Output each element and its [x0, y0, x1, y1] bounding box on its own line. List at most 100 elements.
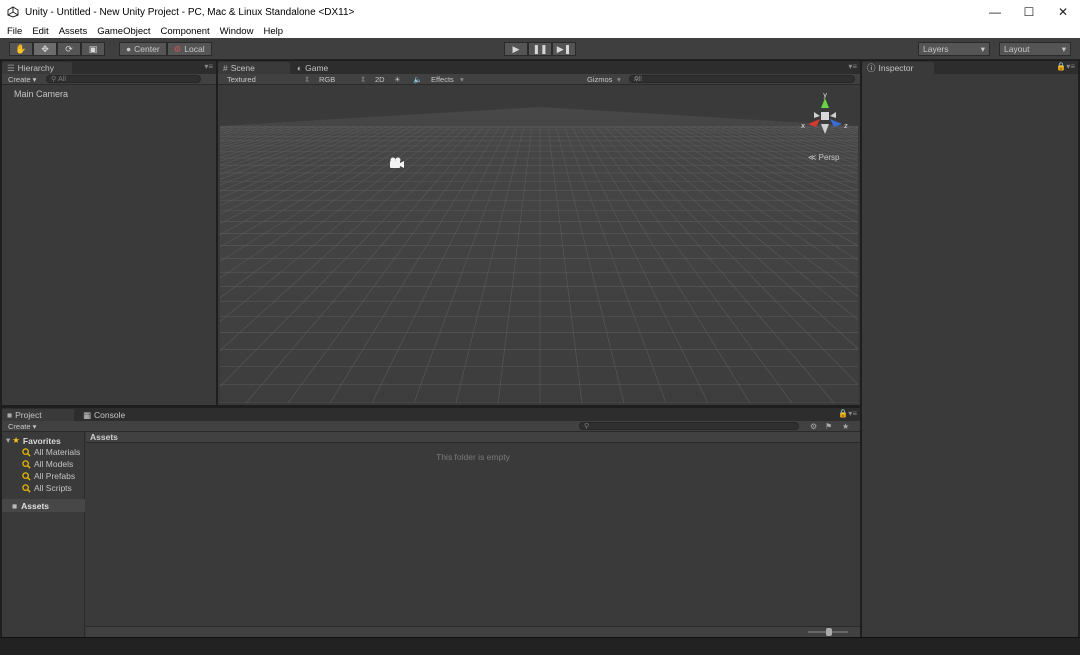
- pause-button[interactable]: ❚❚: [528, 42, 552, 56]
- filter-by-label-icon[interactable]: ⚑: [825, 422, 832, 431]
- close-icon[interactable]: ✕: [1046, 0, 1080, 24]
- menu-help[interactable]: Help: [258, 26, 288, 37]
- inspector-tabbar: ⓘ Inspector 🔒▾≡: [862, 61, 1078, 74]
- favorite-all-scripts[interactable]: All Scripts: [22, 483, 72, 493]
- gizmos-chevron-icon: ▾: [617, 74, 621, 84]
- favorite-star-icon[interactable]: ★: [842, 422, 849, 431]
- menu-edit[interactable]: Edit: [27, 26, 53, 37]
- play-button[interactable]: ▶: [504, 42, 528, 56]
- gizmos-dropdown[interactable]: Gizmos: [587, 75, 612, 84]
- project-content: Assets This folder is empty: [86, 432, 860, 637]
- scale-tool-icon[interactable]: ▣: [81, 42, 105, 56]
- scene-viewport[interactable]: y x z ≪ Persp: [220, 86, 858, 403]
- project-panel: ■ Project ▦ Console 🔒▾≡ Create ▾ ⚲ ⚙ ⚑ ★…: [2, 408, 860, 637]
- favorite-all-materials[interactable]: All Materials: [22, 447, 80, 457]
- search-icon: [22, 483, 31, 493]
- hierarchy-item-main-camera[interactable]: Main Camera: [14, 89, 68, 99]
- hierarchy-subbar: Create ▾ ⚲ All: [2, 74, 216, 85]
- tab-hierarchy[interactable]: ☰ Hierarchy: [2, 62, 72, 74]
- star-icon: ★: [12, 435, 20, 445]
- effects-dropdown[interactable]: Effects: [431, 75, 454, 84]
- menu-assets[interactable]: Assets: [54, 26, 93, 37]
- tab-inspector[interactable]: ⓘ Inspector: [862, 62, 934, 74]
- move-tool-icon[interactable]: ✥: [33, 42, 57, 56]
- inspector-tab-label: Inspector: [878, 63, 914, 73]
- favorite-all-prefabs[interactable]: All Prefabs: [22, 471, 75, 481]
- tab-project[interactable]: ■ Project: [2, 409, 74, 421]
- mode-2d-toggle[interactable]: 2D: [375, 75, 385, 84]
- favorite-all-models[interactable]: All Models: [22, 459, 73, 469]
- search-icon: ⚲: [584, 423, 590, 430]
- hierarchy-tabbar: ☰ Hierarchy ▾≡: [2, 61, 216, 74]
- axis-x-label: x: [801, 122, 805, 130]
- audio-speaker-icon[interactable]: 🔈: [413, 75, 422, 84]
- tab-scene[interactable]: # Scene: [218, 62, 290, 74]
- hierarchy-tab-icon: ☰: [7, 62, 15, 73]
- layers-dropdown[interactable]: Layers ▾: [918, 42, 990, 56]
- pivot-center-button[interactable]: ● Center: [119, 42, 167, 56]
- game-pacman-icon: ◐: [297, 63, 303, 73]
- scene-grid: [220, 86, 858, 403]
- scene-grid-icon: #: [223, 63, 228, 73]
- assets-folder-item[interactable]: ■ Assets: [2, 499, 85, 512]
- effects-chevron-icon: ▾: [460, 74, 464, 84]
- tab-console[interactable]: ▦ Console: [78, 409, 148, 421]
- panel-menu-icon[interactable]: ▾≡: [204, 62, 213, 71]
- project-search-input[interactable]: ⚲: [579, 422, 799, 430]
- menu-bar: File Edit Assets GameObject Component Wi…: [0, 24, 1080, 38]
- project-tabbar: ■ Project ▦ Console 🔒▾≡: [2, 408, 860, 421]
- maximize-icon[interactable]: ☐: [1012, 0, 1046, 24]
- rotate-tool-icon[interactable]: ⟳: [57, 42, 81, 56]
- favorites-header[interactable]: ▾ ★ Favorites: [6, 435, 61, 446]
- game-tab-label: Game: [305, 63, 329, 73]
- project-tab-label: Project: [15, 410, 42, 420]
- scene-search-input[interactable]: ⚲ All: [629, 75, 855, 83]
- folder-icon: ■: [7, 410, 13, 420]
- menu-file[interactable]: File: [2, 26, 27, 37]
- layout-dropdown[interactable]: Layout ▾: [999, 42, 1071, 56]
- lock-menu-icon[interactable]: 🔒▾≡: [1056, 62, 1075, 71]
- console-tab-label: Console: [94, 410, 126, 420]
- search-icon: [22, 447, 31, 457]
- project-create-dropdown[interactable]: Create ▾: [2, 422, 46, 431]
- hand-tool-icon[interactable]: ✋: [9, 42, 33, 56]
- axis-y-label: y: [823, 91, 827, 99]
- orientation-gizmo[interactable]: y x z: [800, 90, 850, 140]
- icon-size-slider[interactable]: [808, 628, 848, 636]
- pivot-local-button[interactable]: ⚙ Local: [166, 42, 212, 56]
- render-mode-dropdown[interactable]: RGB: [319, 75, 335, 84]
- step-button[interactable]: ▶❚: [552, 42, 576, 56]
- local-space-icon: ⚙: [173, 43, 182, 54]
- pivot-center-icon: ●: [126, 44, 132, 54]
- pivot-local-label: Local: [184, 44, 205, 54]
- menu-component[interactable]: Component: [156, 26, 215, 37]
- info-icon: ⓘ: [867, 63, 876, 73]
- minimize-icon[interactable]: —: [978, 0, 1012, 24]
- panel-menu-icon[interactable]: ▾≡: [848, 62, 857, 71]
- menu-gameobject[interactable]: GameObject: [92, 26, 155, 37]
- shading-mode-dropdown[interactable]: Textured: [227, 75, 256, 84]
- menu-window[interactable]: Window: [215, 26, 259, 37]
- hierarchy-panel: ☰ Hierarchy ▾≡ Create ▾ ⚲ All Main Camer…: [2, 61, 216, 405]
- inspector-panel: ⓘ Inspector 🔒▾≡: [862, 61, 1078, 637]
- favorite-label: All Prefabs: [34, 471, 76, 481]
- lighting-sun-icon[interactable]: ☀: [394, 75, 401, 84]
- persp-toggle[interactable]: ≪ Persp: [808, 153, 840, 162]
- scene-panel: # Scene ◐ Game ▾≡ Textured ⇕ RGB ⇕ 2D ☀ …: [218, 61, 860, 405]
- axis-z-label: z: [844, 122, 848, 130]
- hierarchy-create-dropdown[interactable]: Create ▾: [2, 75, 46, 84]
- slider-handle[interactable]: [826, 628, 832, 636]
- filter-by-type-icon[interactable]: ⚙: [810, 422, 817, 431]
- lock-menu-icon[interactable]: 🔒▾≡: [838, 409, 857, 418]
- hierarchy-search-input[interactable]: ⚲ All: [46, 75, 201, 83]
- camera-gizmo-icon[interactable]: [388, 156, 406, 170]
- transform-tools: ✋ ✥ ⟳ ▣: [9, 42, 105, 56]
- scene-toolbar: Textured ⇕ RGB ⇕ 2D ☀ 🔈 Effects ▾ Gizmos…: [218, 74, 860, 85]
- tab-game[interactable]: ◐ Game: [292, 62, 362, 74]
- search-icon: ⚲: [51, 76, 57, 83]
- chevron-down-icon: ▾: [1061, 43, 1066, 54]
- scene-search-placeholder: All: [634, 75, 642, 83]
- hierarchy-tab-label: Hierarchy: [17, 63, 54, 73]
- assets-folder-label: Assets: [21, 500, 50, 511]
- assets-breadcrumb[interactable]: Assets: [86, 432, 860, 443]
